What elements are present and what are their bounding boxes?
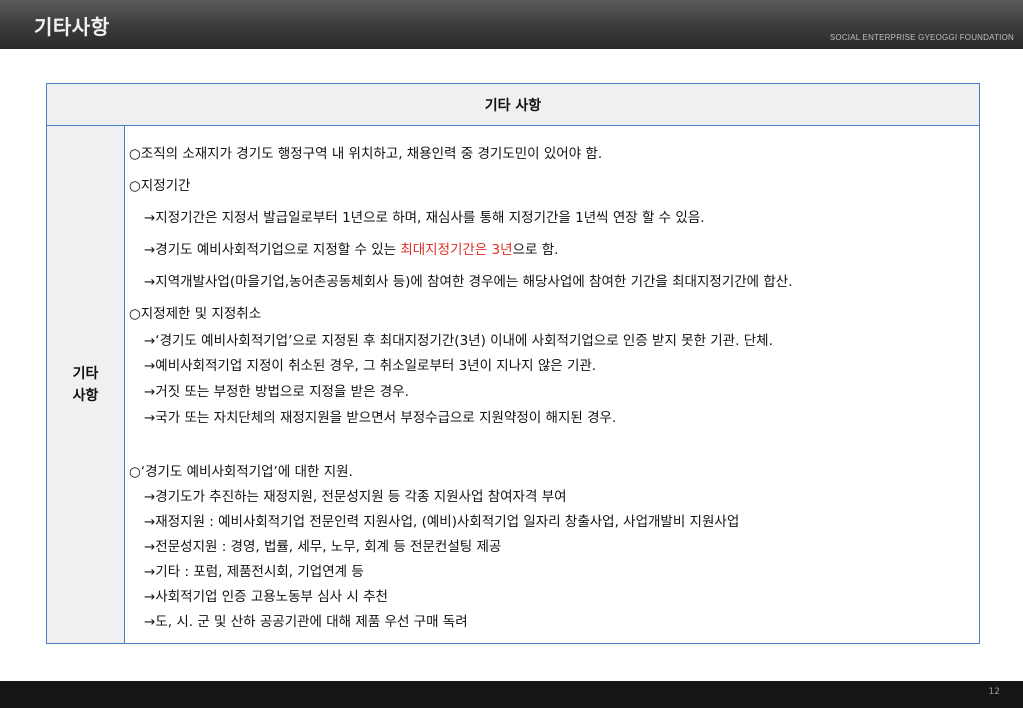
- info-table: 기타 사항 기타 사항 ○조직의 소재지가 경기도 행정구역 내 위치하고, 채…: [46, 83, 980, 644]
- side-label: 기타 사항: [73, 363, 99, 407]
- slide-footer: 12: [0, 681, 1023, 708]
- text-line: →예비사회적기업 지정이 취소된 경우, 그 취소일로부터 3년이 지나지 않은…: [144, 358, 597, 374]
- side-label-line-1: 기타: [72, 365, 99, 382]
- content-cell: ○조직의 소재지가 경기도 행정구역 내 위치하고, 채용인력 중 경기도민이 …: [126, 126, 979, 643]
- page-number: 12: [988, 687, 1000, 697]
- side-label-line-2: 사항: [72, 387, 99, 404]
- text-line: →지정기간은 지정서 발급일로부터 1년으로 하며, 재심사를 통해 지정기간을…: [144, 210, 705, 226]
- max-period-line: →경기도 예비사회적기업으로 지정할 수 있는 최대지정기간은 3년으로 함.: [144, 238, 558, 258]
- text-line: →전문성지원 : 경영, 법률, 세무, 노무, 회계 등 전문컨설팅 제공: [144, 539, 502, 555]
- text-line: →국가 또는 자치단체의 재정지원을 받으면서 부정수급으로 지원약정이 해지된…: [144, 410, 617, 426]
- text-line: →재정지원 : 예비사회적기업 전문인력 지원사업, (예비)사회적기업 일자리…: [144, 514, 740, 530]
- max-period-text-pre: →경기도 예비사회적기업으로 지정할 수 있는: [144, 242, 401, 258]
- slide-title: 기타사항: [34, 15, 110, 39]
- text-line: →지역개발사업(마을기업,농어촌공동체회사 등)에 참여한 경우에는 해당사업에…: [144, 274, 793, 290]
- text-line: →경기도가 추진하는 재정지원, 전문성지원 등 각종 지원사업 참여자격 부여: [144, 489, 567, 505]
- text-line: →도, 시. 군 및 산하 공공기관에 대해 제품 우선 구매 독려: [144, 614, 468, 630]
- text-line: ○지정제한 및 지정취소: [129, 306, 262, 322]
- text-line: →‘경기도 예비사회적기업’으로 지정된 후 최대지정기간(3년) 이내에 사회…: [144, 333, 773, 349]
- text-line: →거짓 또는 부정한 방법으로 지정을 받은 경우.: [144, 384, 409, 400]
- side-label-cell: 기타 사항: [47, 126, 125, 643]
- text-line: →기타 : 포럼, 제품전시회, 기업연계 등: [144, 564, 364, 580]
- text-line: ○‘경기도 예비사회적기업’에 대한 지원.: [129, 464, 353, 480]
- text-line: ○지정기간: [129, 178, 191, 194]
- table-header: 기타 사항: [47, 84, 979, 126]
- text-line: ○조직의 소재지가 경기도 행정구역 내 위치하고, 채용인력 중 경기도민이 …: [129, 146, 603, 162]
- text-line: →사회적기업 인증 고용노동부 심사 시 추천: [144, 589, 388, 605]
- max-period-highlight: 최대지정기간은 3년: [400, 242, 513, 258]
- organization-name: SOCIAL ENTERPRISE GYEOGGI FOUNDATION: [829, 33, 1014, 42]
- slide-header: 기타사항 SOCIAL ENTERPRISE GYEOGGI FOUNDATIO…: [0, 0, 1023, 49]
- max-period-text-post: 으로 함.: [512, 242, 559, 258]
